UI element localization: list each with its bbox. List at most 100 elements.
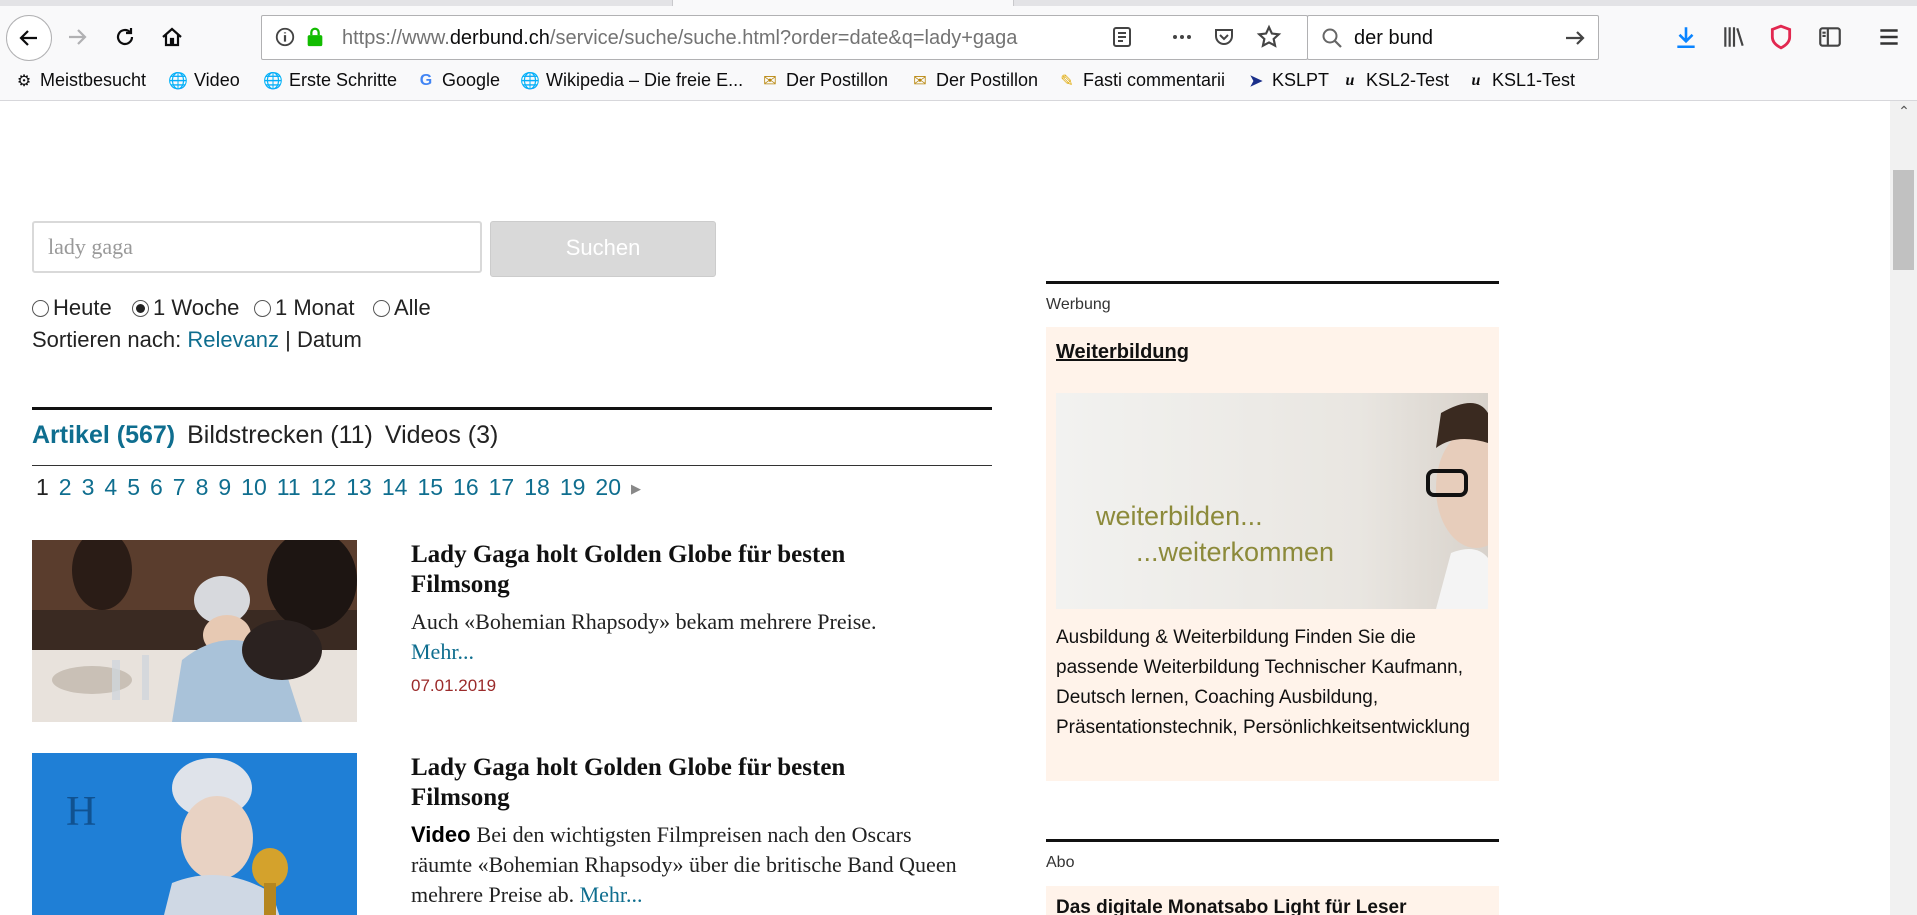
page-link[interactable]: 12 <box>311 474 337 500</box>
shield-icon[interactable] <box>1768 23 1794 51</box>
forward-button[interactable] <box>58 18 96 56</box>
filter-1-monat[interactable]: 1 Monat <box>254 295 355 321</box>
scrollbar-thumb[interactable] <box>1893 170 1914 270</box>
globe-icon: 🌐 <box>520 72 540 90</box>
search-input[interactable]: lady gaga <box>32 221 482 273</box>
reload-button[interactable] <box>106 18 144 56</box>
menu-icon[interactable] <box>1876 24 1902 50</box>
filter-alle[interactable]: Alle <box>373 295 431 321</box>
bookmark-erste-schritte[interactable]: 🌐 Erste Schritte <box>263 70 397 91</box>
back-button[interactable] <box>6 15 52 61</box>
go-arrow-icon[interactable] <box>1562 26 1588 50</box>
more-link[interactable]: Mehr... <box>580 882 643 907</box>
web-search-bar[interactable]: der bund <box>1307 15 1599 60</box>
next-page-icon[interactable]: ▶ <box>631 481 641 496</box>
downloads-icon[interactable] <box>1673 24 1699 50</box>
abo-label: Abo <box>1046 854 1075 871</box>
page-link[interactable]: 3 <box>82 474 95 500</box>
filter-heute[interactable]: Heute <box>32 295 112 321</box>
url-text[interactable]: https://www.derbund.ch/service/suche/suc… <box>342 27 1057 50</box>
sidebar-divider <box>1046 281 1499 284</box>
ad-banner-graphic: weiterbilden... ...weiterkommen <box>1056 393 1488 609</box>
reload-icon <box>116 28 134 46</box>
web-search-text[interactable]: der bund <box>1354 27 1433 50</box>
bookmark-ksl2[interactable]: u KSL2-Test <box>1340 70 1450 91</box>
unibe-icon: u <box>1345 71 1355 89</box>
page-link[interactable]: 16 <box>453 474 479 500</box>
award-ceremony-photo <box>32 540 357 722</box>
active-tab[interactable] <box>672 0 1014 6</box>
globe-icon: 🌐 <box>263 72 283 90</box>
bookmark-kslpt[interactable]: ➤ KSLPT <box>1246 70 1329 91</box>
page-link[interactable]: 2 <box>59 474 72 500</box>
ad-title-link[interactable]: Weiterbildung <box>1056 341 1189 364</box>
result-thumbnail[interactable]: H <box>32 753 357 915</box>
bookmark-video[interactable]: 🌐 Video <box>168 70 240 91</box>
bookmark-fasti[interactable]: ✎ Fasti commentarii <box>1057 70 1225 91</box>
ad-label: Werbung <box>1046 296 1111 313</box>
radio-circle[interactable] <box>373 299 390 317</box>
result-teaser: Auch «Bohemian Rhapsody» bekam mehrere P… <box>411 609 877 664</box>
radio-circle-selected[interactable] <box>132 299 149 317</box>
globe-icon: 🌐 <box>168 72 188 90</box>
more-actions-icon[interactable] <box>1169 25 1195 49</box>
url-bar[interactable]: https://www.derbund.ch/service/suche/suc… <box>261 15 1308 60</box>
page-link[interactable]: 10 <box>241 474 267 500</box>
library-icon[interactable] <box>1720 24 1748 50</box>
pocket-icon[interactable] <box>1212 25 1236 49</box>
page-content: lady gaga Suchen Heute 1 Woche 1 Monat A… <box>0 101 1890 915</box>
page-link[interactable]: 6 <box>150 474 163 500</box>
bookmark-wikipedia[interactable]: 🌐 Wikipedia – Die freie E... <box>520 70 743 91</box>
sort-line: Sortieren nach: Relevanz | Datum <box>32 327 362 352</box>
result-title-link[interactable]: Lady Gaga holt Golden Globe für besten F… <box>411 753 931 813</box>
sort-relevance-link[interactable]: Relevanz <box>187 327 279 352</box>
page-link[interactable]: 13 <box>346 474 372 500</box>
ad-box: Weiterbildung weiterbilden... ...weiterk… <box>1046 327 1499 781</box>
page-link[interactable]: 9 <box>218 474 231 500</box>
page-link[interactable]: 15 <box>417 474 443 500</box>
tab-galleries[interactable]: Bildstrecken (11) <box>187 421 373 449</box>
pencil-icon: ✎ <box>1060 72 1074 90</box>
ad-image-text-2: ...weiterkommen <box>1136 537 1334 567</box>
bookmark-meistbesucht[interactable]: ⚙ Meistbesucht <box>14 70 146 91</box>
search-button[interactable]: Suchen <box>490 221 716 277</box>
radio-circle[interactable] <box>32 299 49 317</box>
reader-view-icon[interactable] <box>1110 25 1134 49</box>
page-link[interactable]: 17 <box>489 474 515 500</box>
bookmark-ksl1[interactable]: u KSL1-Test <box>1466 70 1576 91</box>
page-link[interactable]: 14 <box>382 474 408 500</box>
bookmark-postillon-2[interactable]: ✉ Der Postillon <box>910 70 1038 91</box>
ad-image[interactable]: weiterbilden... ...weiterkommen <box>1056 393 1488 609</box>
scroll-up-icon[interactable]: ⌃ <box>1895 103 1913 121</box>
result-title-link[interactable]: Lady Gaga holt Golden Globe für besten F… <box>411 540 931 600</box>
abo-box: Das digitale Monatsabo Light für Leser <box>1046 886 1499 915</box>
arrow-right-icon <box>69 29 87 45</box>
page-link[interactable]: 20 <box>595 474 621 500</box>
bookmark-star-icon[interactable] <box>1256 24 1282 50</box>
video-badge: Video <box>411 822 471 847</box>
page-link[interactable]: 18 <box>524 474 550 500</box>
info-icon[interactable] <box>274 26 296 48</box>
gear-icon: ⚙ <box>16 72 32 90</box>
result-date: 07.01.2019 <box>411 676 497 695</box>
page-link[interactable]: 19 <box>560 474 586 500</box>
abo-title-link[interactable]: Das digitale Monatsabo Light für Leser <box>1056 897 1407 915</box>
filter-1-woche[interactable]: 1 Woche <box>132 295 239 321</box>
page-link[interactable]: 5 <box>127 474 140 500</box>
tab-videos[interactable]: Videos (3) <box>385 421 499 449</box>
bookmarks-toolbar: ⚙ Meistbesucht 🌐 Video 🌐 Erste Schritte G Go… <box>0 68 1917 98</box>
page-link[interactable]: 11 <box>277 474 301 500</box>
page-link[interactable]: 4 <box>104 474 117 500</box>
result-thumbnail[interactable] <box>32 540 357 722</box>
pagination: 1 2 3 4 5 6 7 8 9 10 11 12 13 14 15 16 17 18 19 20 ▶ <box>36 474 651 501</box>
bookmark-postillon-1[interactable]: ✉ Der Postillon <box>760 70 888 91</box>
more-link[interactable]: Mehr... <box>411 639 474 664</box>
ad-description: Ausbildung & Weiterbildung Finden Sie di… <box>1056 627 1470 738</box>
page-link[interactable]: 8 <box>196 474 209 500</box>
radio-circle[interactable] <box>254 299 271 317</box>
page-link[interactable]: 7 <box>173 474 186 500</box>
tab-articles[interactable]: Artikel (567) <box>32 421 175 449</box>
home-button[interactable] <box>153 18 191 56</box>
bookmark-google[interactable]: G Google <box>416 70 500 91</box>
sidebar-toggle-icon[interactable] <box>1817 24 1843 50</box>
